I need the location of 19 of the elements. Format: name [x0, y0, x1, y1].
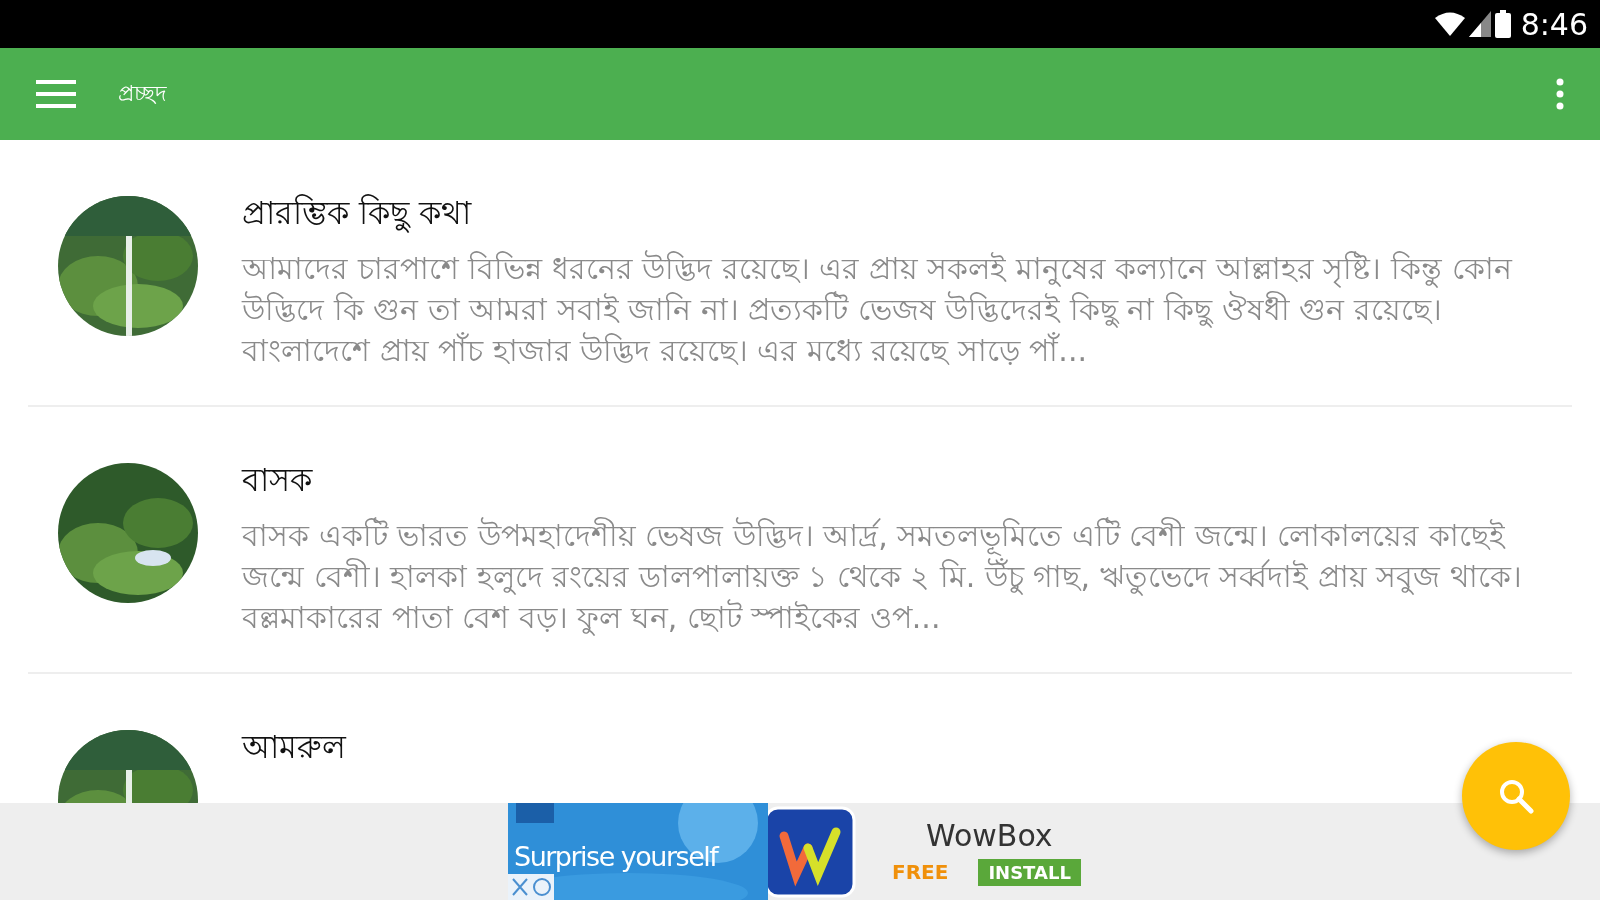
item-title: প্রারম্ভিক কিছু কথা [242, 193, 473, 235]
ad-price: FREE [892, 860, 949, 884]
more-options-icon[interactable] [1556, 78, 1564, 110]
ad-tagline: Surprise yourself [514, 841, 718, 872]
battery-icon [1494, 10, 1511, 38]
signal-icon [1468, 11, 1491, 37]
item-description: আমাদের চারপাশে বিভিন্ন ধরনের উদ্ভিদ রয়েছে। এর প্রায় সকলই মানুষের কল্যানে আল্লাহর সৃষ্টি। কিন্তু কোন উদ্ভিদে কি গুন তা আমরা সবাই জানি না। প্রত্যকটি ভেজষ উদ্ভিদেরই কিছু না কিছু ঔষধী গুন রয়েছে। বাংলাদেশে প্রায় পাঁচ হাজার উদ্ভিদ রয়েছে। এর মধ্যে রয়েছে সাড়ে পাঁ... [242, 249, 1514, 370]
wifi-icon [1434, 11, 1465, 37]
clock-time: 8:46 [1520, 6, 1588, 42]
ad-banner[interactable]: Surprise yourself WowBox FREE INSTALL [0, 803, 1600, 900]
item-description: বাসক একটি ভারত উপমহাদেশীয় ভেষজ উদ্ভিদ। আর্দ্র, সমতলভূমিতে এটি বেশী জন্মে। লোকালয়ের কাছেই জন্মে বেশী। হালকা হলুদে রংয়ের ডালপালায়ক্ত ১ থেকে ২ মি. উঁচু গাছ, ঋতুভেদে সর্ব্বদাই প্রায় সবুজ থাকে। বল্লমাকারের পাতা বেশ বড়। ফুল ঘন, ছোট স্পাইকের ওপ... [242, 516, 1523, 638]
item-title: বাসক [242, 460, 314, 501]
app-title: প্রচ্ছদ [118, 79, 168, 108]
item-title: আমরুল [242, 727, 348, 768]
ad-app-name: WowBox [926, 817, 1053, 853]
search-icon [1498, 778, 1534, 814]
search-button[interactable] [1462, 742, 1570, 850]
menu-icon[interactable] [36, 80, 76, 108]
ad-close-icon[interactable] [508, 874, 554, 900]
